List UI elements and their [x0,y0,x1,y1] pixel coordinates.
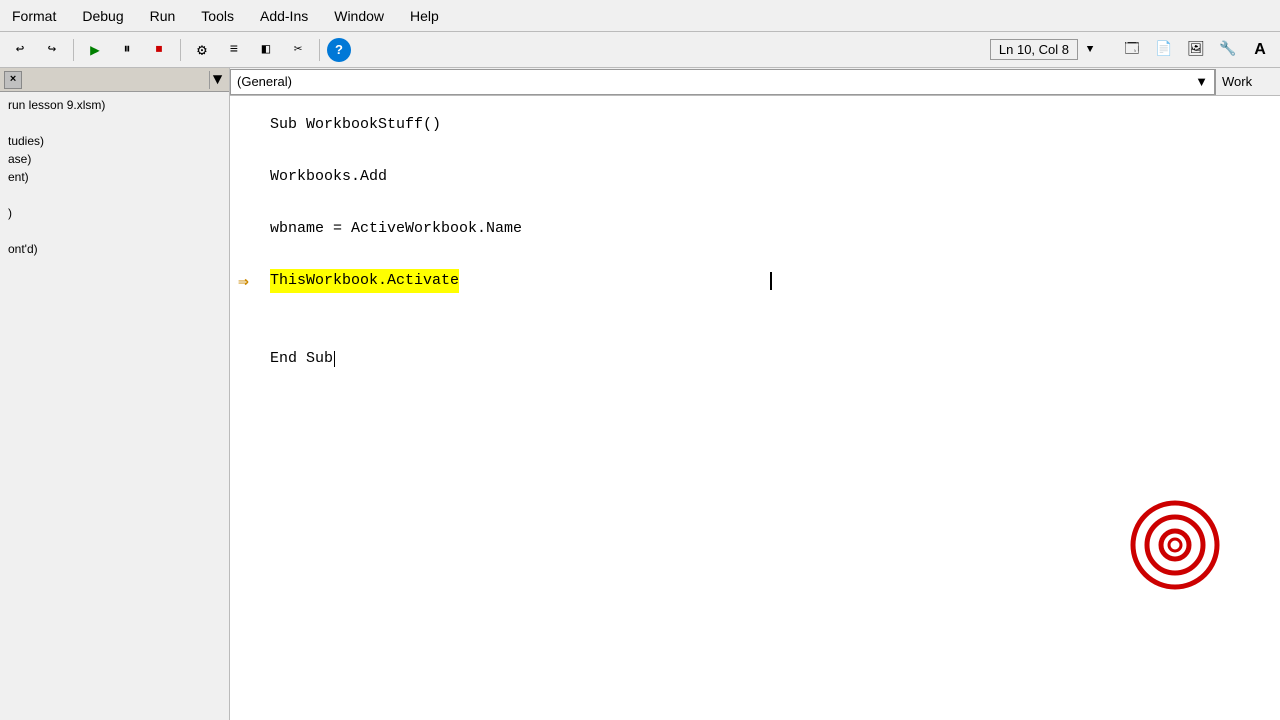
code-spacer-1 [270,138,1260,164]
code-spacer-3 [270,242,1260,268]
icon-btn-5[interactable]: A [1246,37,1274,63]
dropdown-arrow-icon[interactable]: ▼ [1195,74,1208,89]
sidebar-item-5 [8,186,221,204]
text-cursor-blink [334,351,335,367]
options-button[interactable]: ✂ [284,37,312,63]
toolbar-separator-1 [73,39,74,61]
icon-btn-3[interactable]: 🖼 [1182,37,1210,63]
userform-button[interactable]: ◧ [252,37,280,63]
step-button[interactable]: ≡ [220,37,248,63]
code-text-3: Workbooks.Add [270,165,387,190]
redo-button[interactable]: ↪ [38,37,66,63]
sidebar-item-7 [8,222,221,240]
code-text-1: Sub WorkbookStuff() [270,113,441,138]
editor-area: (General) ▼ Work ⇒ Sub WorkbookStuff() W… [230,68,1280,720]
run-button[interactable]: ▶ [81,37,109,63]
code-spacer-5 [270,320,1260,346]
cursor-status: Ln 10, Col 8 [990,39,1078,60]
menu-debug[interactable]: Debug [78,6,127,26]
menu-bar: Format Debug Run Tools Add-Ins Window He… [0,0,1280,32]
code-line-7: ThisWorkbook.Activate [270,268,1260,294]
sidebar-close-button[interactable]: × [4,71,22,89]
menu-run[interactable]: Run [146,6,180,26]
sidebar-item-3[interactable]: ase) [8,150,221,168]
editor-toolbar: (General) ▼ Work [230,68,1280,96]
sidebar-item-6[interactable]: ) [8,204,221,222]
bullseye-target [1130,500,1220,590]
main-area: × ▼ run lesson 9.xlsm) tudies) ase) ent)… [0,68,1280,720]
dropdown-value: (General) [237,74,292,89]
toolbar-separator-3 [319,39,320,61]
sidebar-header: × ▼ [0,68,229,92]
code-text-7-highlighted: ThisWorkbook.Activate [270,269,459,294]
work-label: Work [1215,69,1280,95]
execution-arrow-icon: ⇒ [238,271,249,293]
macro-button[interactable]: ⚙ [188,37,216,63]
menu-window[interactable]: Window [330,6,388,26]
code-spacer-2 [270,190,1260,216]
sidebar-item-8[interactable]: ont'd) [8,240,221,258]
sidebar-item-2[interactable]: tudies) [8,132,221,150]
sidebar: × ▼ run lesson 9.xlsm) tudies) ase) ent)… [0,68,230,720]
pause-button[interactable]: ⏸ [113,37,141,63]
text-cursor [770,272,772,290]
toolbar: ↩ ↪ ▶ ⏸ ⏹ ⚙ ≡ ◧ ✂ ? Ln 10, Col 8 ▼ 🗔 📄 🖼… [0,32,1280,68]
code-line-10: End Sub [270,346,1260,372]
toolbar-overflow-button[interactable]: ▼ [1082,37,1098,63]
icon-btn-4[interactable]: 🔧 [1214,37,1242,63]
stop-button[interactable]: ⏹ [145,37,173,63]
icon-btn-2[interactable]: 📄 [1150,37,1178,63]
code-content[interactable]: ⇒ Sub WorkbookStuff() Workbooks.Add wbna… [230,96,1280,720]
toolbar-separator-2 [180,39,181,61]
menu-addins[interactable]: Add-Ins [256,6,312,26]
code-line-3: Workbooks.Add [270,164,1260,190]
icon-btn-1[interactable]: 🗔 [1118,37,1146,63]
menu-tools[interactable]: Tools [197,6,238,26]
sidebar-scroll[interactable]: ▼ [209,71,225,89]
sidebar-item-0[interactable]: run lesson 9.xlsm) [8,96,221,114]
sidebar-content: run lesson 9.xlsm) tudies) ase) ent) ) o… [0,92,229,720]
code-line-5: wbname = ActiveWorkbook.Name [270,216,1260,242]
sidebar-item-1 [8,114,221,132]
code-text-10: End Sub [270,347,333,372]
undo-button[interactable]: ↩ [6,37,34,63]
general-dropdown[interactable]: (General) ▼ [230,69,1215,95]
sidebar-item-4[interactable]: ent) [8,168,221,186]
help-button[interactable]: ? [327,38,351,62]
menu-format[interactable]: Format [8,6,60,26]
menu-help[interactable]: Help [406,6,443,26]
code-text-5: wbname = ActiveWorkbook.Name [270,217,522,242]
code-spacer-4 [270,294,1260,320]
code-line-1: Sub WorkbookStuff() [270,112,1260,138]
